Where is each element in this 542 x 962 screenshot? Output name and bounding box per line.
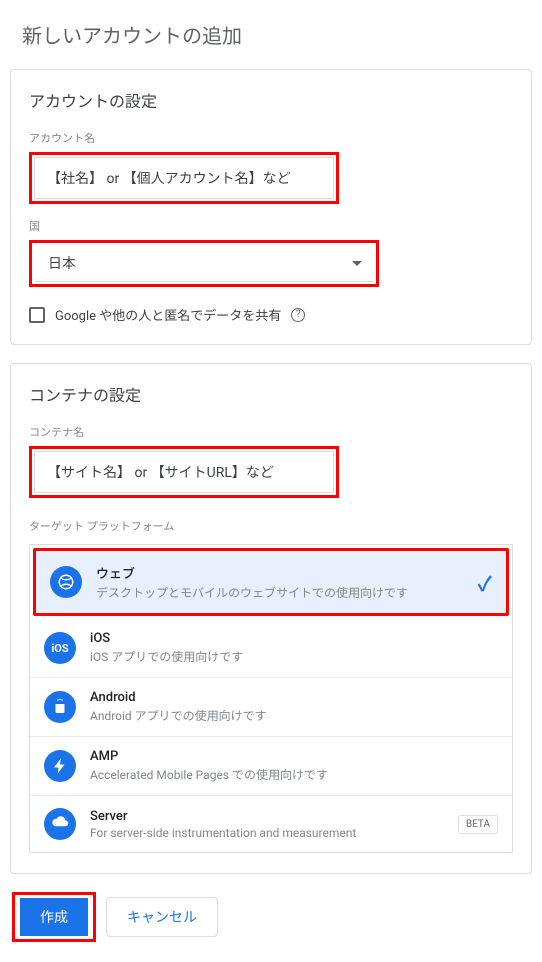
platform-name: iOS	[90, 631, 498, 646]
platform-list: ウェブ デスクトップとモバイルのウェブサイトでの使用向けです ✓ iOS iOS…	[29, 544, 513, 853]
account-name-label: アカウント名	[29, 130, 513, 146]
share-data-row: Google や他の人と匿名でデータを共有 ?	[29, 305, 513, 324]
country-value: 日本	[48, 253, 76, 273]
cancel-button[interactable]: キャンセル	[106, 897, 218, 937]
platform-desc: iOS アプリでの使用向けです	[90, 648, 498, 665]
android-icon	[44, 691, 76, 723]
container-name-input[interactable]: 【サイト名】 or 【サイトURL】など	[34, 451, 334, 493]
platform-item-android[interactable]: Android Android アプリでの使用向けです	[30, 678, 512, 737]
share-checkbox[interactable]	[29, 307, 45, 323]
platform-item-ios[interactable]: iOS iOS iOS アプリでの使用向けです	[30, 619, 512, 678]
platform-desc: For server-side instrumentation and meas…	[90, 826, 444, 840]
button-row: 作成 キャンセル	[10, 892, 532, 942]
platform-desc: Accelerated Mobile Pages での使用向けです	[90, 766, 498, 783]
ios-icon: iOS	[44, 632, 76, 664]
platform-desc: デスクトップとモバイルのウェブサイトでの使用向けです	[96, 584, 464, 601]
create-button[interactable]: 作成	[20, 898, 88, 936]
country-highlight: 日本	[29, 240, 379, 287]
create-button-highlight: 作成	[12, 892, 96, 942]
share-label: Google や他の人と匿名でデータを共有	[55, 305, 281, 324]
help-icon[interactable]: ?	[291, 308, 305, 322]
container-section-title: コンテナの設定	[29, 382, 513, 406]
platform-item-web[interactable]: ウェブ デスクトップとモバイルのウェブサイトでの使用向けです ✓	[36, 551, 506, 613]
account-name-input[interactable]: 【社名】 or 【個人アカウント名】など	[34, 157, 334, 199]
account-section-title: アカウントの設定	[29, 88, 513, 112]
account-name-highlight: 【社名】 or 【個人アカウント名】など	[29, 152, 339, 204]
account-settings-card: アカウントの設定 アカウント名 【社名】 or 【個人アカウント名】など 国 日…	[10, 69, 532, 345]
container-name-highlight: 【サイト名】 or 【サイトURL】など	[29, 446, 339, 498]
platform-web-highlight: ウェブ デスクトップとモバイルのウェブサイトでの使用向けです ✓	[33, 548, 509, 616]
platform-name: Server	[90, 809, 444, 824]
platform-name: ウェブ	[96, 563, 464, 582]
beta-badge: BETA	[458, 815, 498, 834]
platform-name: Android	[90, 690, 498, 705]
country-select[interactable]: 日本	[34, 245, 374, 282]
amp-icon	[44, 750, 76, 782]
platform-label: ターゲット プラットフォーム	[29, 518, 513, 534]
container-name-label: コンテナ名	[29, 424, 513, 440]
country-label: 国	[29, 218, 513, 234]
platform-item-server[interactable]: Server For server-side instrumentation a…	[30, 796, 512, 852]
check-icon: ✓	[478, 568, 492, 597]
container-settings-card: コンテナの設定 コンテナ名 【サイト名】 or 【サイトURL】など ターゲット…	[10, 363, 532, 874]
web-icon	[50, 566, 82, 598]
server-icon	[44, 808, 76, 840]
platform-item-amp[interactable]: AMP Accelerated Mobile Pages での使用向けです	[30, 737, 512, 796]
page-title: 新しいアカウントの追加	[10, 10, 532, 69]
chevron-down-icon	[352, 261, 362, 266]
platform-desc: Android アプリでの使用向けです	[90, 707, 498, 724]
platform-name: AMP	[90, 749, 498, 764]
